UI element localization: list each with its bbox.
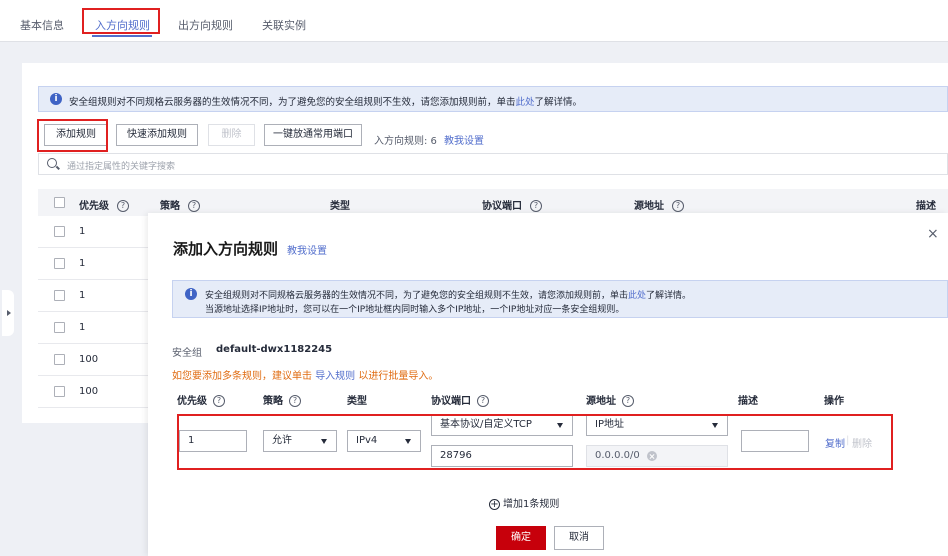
quick-add-rule-button[interactable]: 快速添加规则 bbox=[116, 124, 198, 146]
column-action: 策略? bbox=[160, 197, 200, 212]
row-priority: 1 bbox=[79, 290, 86, 301]
column-protocol-port: 协议端口? bbox=[482, 197, 542, 212]
dialog-notice: i 安全组规则对不同规格云服务器的生效情况不同，为了避免您的安全组规则不生效，请… bbox=[172, 280, 948, 318]
column-priority: 优先级? bbox=[79, 197, 129, 212]
bulk-import-hint-suffix: 以进行批量导入。 bbox=[358, 371, 439, 382]
bulk-import-hint-text: 如您要添加多条规则，建议单击 bbox=[172, 371, 312, 382]
search-input[interactable]: 通过指定属性的关键字搜索 bbox=[38, 153, 948, 175]
help-icon[interactable]: ? bbox=[477, 395, 489, 407]
column-source: 源地址? bbox=[634, 197, 684, 212]
dialog-column-description: 描述 bbox=[738, 396, 758, 407]
row-checkbox[interactable] bbox=[54, 354, 65, 365]
row-priority: 1 bbox=[79, 258, 86, 269]
help-icon[interactable]: ? bbox=[672, 200, 684, 212]
dialog-notice-line1: 安全组规则对不同规格云服务器的生效情况不同，为了避免您的安全组规则不生效，请您添… bbox=[205, 288, 691, 301]
dialog-title: 添加入方向规则 bbox=[173, 240, 279, 258]
info-icon: i bbox=[50, 93, 62, 105]
row-priority: 1 bbox=[79, 322, 86, 333]
help-icon[interactable]: ? bbox=[188, 200, 200, 212]
row-priority: 100 bbox=[79, 354, 99, 365]
import-rules-link[interactable]: 导入规则 bbox=[315, 371, 355, 382]
row-checkbox[interactable] bbox=[54, 226, 65, 237]
row-checkbox[interactable] bbox=[54, 290, 65, 301]
tab-associated-instances[interactable]: 关联实例 bbox=[262, 17, 306, 33]
row-checkbox[interactable] bbox=[54, 322, 65, 333]
highlight-box-rule-row bbox=[177, 414, 893, 470]
table-row: 100 bbox=[38, 344, 148, 376]
dialog-column-priority: 优先级? bbox=[177, 392, 225, 407]
dialog-column-type: 类型 bbox=[347, 396, 367, 407]
inbound-rule-count: 入方向规则: 6 bbox=[374, 136, 437, 147]
delete-button[interactable]: 删除 bbox=[208, 124, 255, 146]
column-type: 类型 bbox=[330, 201, 350, 212]
column-source-label: 源地址 bbox=[634, 201, 664, 212]
row-checkbox[interactable] bbox=[54, 258, 65, 269]
dialog-notice-line2: 当源地址选择IP地址时，您可以在一个IP地址框内同时输入多个IP地址，一个IP地… bbox=[205, 305, 625, 315]
confirm-button[interactable]: 确定 bbox=[496, 526, 546, 550]
dialog-notice-link[interactable]: 此处 bbox=[628, 291, 646, 301]
dialog-column-priority-label: 优先级 bbox=[177, 396, 207, 407]
active-tab-indicator bbox=[92, 35, 152, 37]
add-inbound-rule-dialog: 添加入方向规则 教我设置 × i 安全组规则对不同规格云服务器的生效情况不同，为… bbox=[148, 213, 948, 556]
dialog-column-protocol-port: 协议端口? bbox=[431, 392, 489, 407]
security-group-name: default-dwx1182245 bbox=[216, 344, 333, 355]
dialog-column-source: 源地址? bbox=[586, 392, 634, 407]
highlight-box-add-rule bbox=[37, 119, 108, 152]
column-protocol-port-label: 协议端口 bbox=[482, 201, 522, 212]
row-checkbox[interactable] bbox=[54, 386, 65, 397]
column-description: 描述 bbox=[916, 201, 936, 212]
open-common-ports-button[interactable]: 一键放通常用端口 bbox=[264, 124, 362, 146]
highlight-box-tab bbox=[82, 8, 160, 34]
search-placeholder: 通过指定属性的关键字搜索 bbox=[67, 162, 176, 172]
add-rule-row-button[interactable]: + 增加1条规则 bbox=[489, 495, 559, 510]
dialog-help-link[interactable]: 教我设置 bbox=[287, 242, 327, 257]
notice-text-main: 安全组规则对不同规格云服务器的生效情况不同，为了避免您的安全组规则不生效，请您添… bbox=[69, 97, 516, 108]
close-icon[interactable]: × bbox=[927, 226, 939, 242]
tab-outbound-rules[interactable]: 出方向规则 bbox=[178, 17, 233, 33]
table-row: 1 bbox=[38, 280, 148, 312]
dialog-column-action-label: 策略 bbox=[263, 396, 283, 407]
add-rule-row-label: 增加1条规则 bbox=[503, 499, 560, 510]
tab-basic-info[interactable]: 基本信息 bbox=[20, 17, 64, 33]
column-priority-label: 优先级 bbox=[79, 201, 109, 212]
dialog-notice-line1-suffix: 了解详情。 bbox=[646, 291, 692, 301]
help-icon[interactable]: ? bbox=[530, 200, 542, 212]
search-icon bbox=[47, 158, 57, 168]
help-icon[interactable]: ? bbox=[117, 200, 129, 212]
column-action-label: 策略 bbox=[160, 201, 180, 212]
info-icon: i bbox=[185, 288, 197, 300]
help-icon[interactable]: ? bbox=[622, 395, 634, 407]
cancel-button[interactable]: 取消 bbox=[554, 526, 604, 550]
notice-bar: i 安全组规则对不同规格云服务器的生效情况不同，为了避免您的安全组规则不生效，请… bbox=[38, 86, 948, 112]
row-priority: 1 bbox=[79, 226, 86, 237]
help-link[interactable]: 教我设置 bbox=[444, 132, 484, 147]
security-group-label: 安全组 bbox=[172, 348, 202, 359]
notice-text-suffix: 了解详情。 bbox=[534, 97, 583, 108]
table-row: 1 bbox=[38, 312, 148, 344]
dialog-column-action: 策略? bbox=[263, 392, 301, 407]
table-row: 1 bbox=[38, 248, 148, 280]
bulk-import-hint: 如您要添加多条规则，建议单击 导入规则 以进行批量导入。 bbox=[172, 367, 438, 382]
select-all-checkbox[interactable] bbox=[54, 197, 65, 208]
table-row: 1 bbox=[38, 216, 148, 248]
dialog-column-operation: 操作 bbox=[824, 396, 844, 407]
help-icon[interactable]: ? bbox=[213, 395, 225, 407]
table-row: 100 bbox=[38, 376, 148, 408]
help-icon[interactable]: ? bbox=[289, 395, 301, 407]
row-priority: 100 bbox=[79, 386, 99, 397]
notice-link[interactable]: 此处 bbox=[516, 97, 535, 108]
dialog-notice-line1-text: 安全组规则对不同规格云服务器的生效情况不同，为了避免您的安全组规则不生效，请您添… bbox=[205, 291, 629, 301]
notice-text: 安全组规则对不同规格云服务器的生效情况不同，为了避免您的安全组规则不生效，请您添… bbox=[69, 94, 582, 108]
dialog-column-source-label: 源地址 bbox=[586, 396, 616, 407]
sidebar-expand-handle[interactable] bbox=[2, 290, 14, 336]
tab-bar: 基本信息 入方向规则 出方向规则 关联实例 bbox=[0, 0, 948, 42]
plus-circle-icon: + bbox=[489, 498, 500, 510]
dialog-column-protocol-port-label: 协议端口 bbox=[431, 396, 471, 407]
